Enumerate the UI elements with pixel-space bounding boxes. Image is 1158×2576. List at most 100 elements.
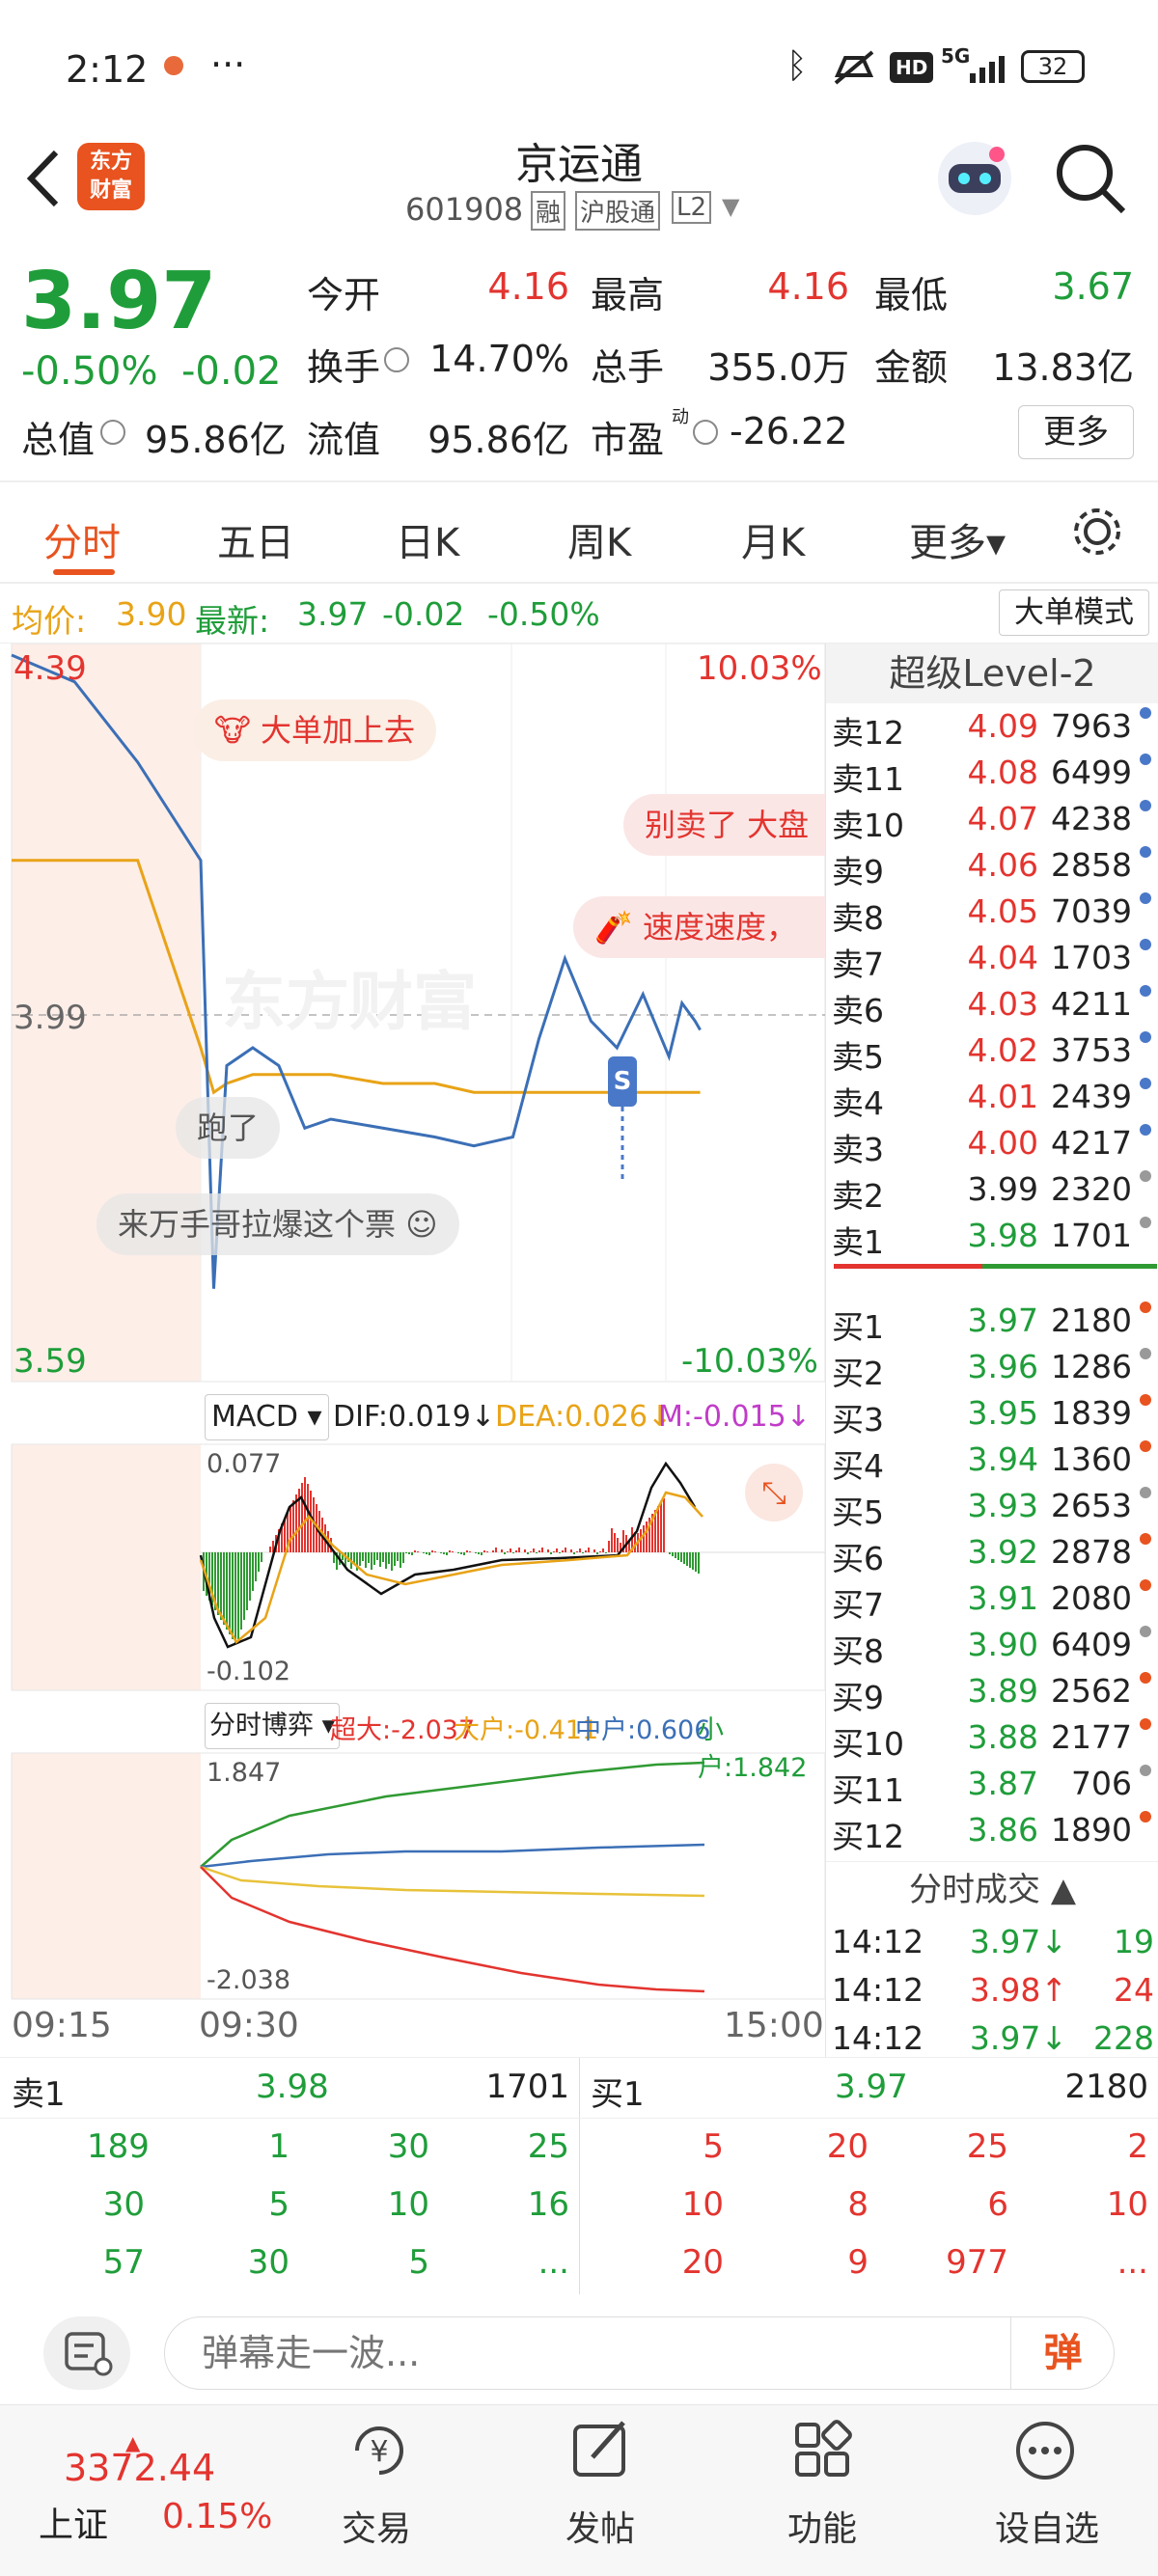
- danmu-input[interactable]: [164, 2316, 1115, 2390]
- macd-bar: [434, 1551, 436, 1552]
- bid-row[interactable]: 买11 3.87 706: [826, 1761, 1158, 1809]
- ask-row[interactable]: 卖3 4.00 4217: [826, 1120, 1158, 1168]
- macd-bar: [261, 1552, 262, 1562]
- order-dot-icon: [1140, 1718, 1151, 1730]
- bid-row[interactable]: 买7 3.91 2080: [826, 1576, 1158, 1624]
- tab-week-k[interactable]: 周K: [567, 511, 631, 567]
- mktcap-info-icon[interactable]: [100, 420, 125, 445]
- bid-volume: 2180: [1051, 1302, 1132, 1339]
- danmu-bubble[interactable]: 🧨 速度速度，: [573, 896, 825, 958]
- more-quote-button[interactable]: 更多: [1018, 405, 1134, 459]
- bid-row[interactable]: 买3 3.95 1839: [826, 1390, 1158, 1439]
- danmu-list-icon: [65, 2332, 113, 2376]
- nav-add-watchlist[interactable]: 设自选: [989, 2501, 1105, 2551]
- ask-row[interactable]: 卖7 4.04 1703: [826, 935, 1158, 983]
- ask-row[interactable]: 卖10 4.07 4238: [826, 796, 1158, 844]
- macd-dea-line: [199, 1491, 703, 1644]
- trade-icon[interactable]: ¥: [345, 2417, 413, 2484]
- pe-info-icon[interactable]: [693, 420, 718, 445]
- danmu-bubble[interactable]: 跑了: [176, 1097, 281, 1159]
- open-value: 4.16: [487, 265, 569, 308]
- bid-row[interactable]: 买5 3.93 2653: [826, 1483, 1158, 1531]
- sell-queue-cell: 5: [408, 2243, 429, 2282]
- macd-bar: [481, 1552, 482, 1555]
- bid-row[interactable]: 买2 3.96 1286: [826, 1344, 1158, 1392]
- y-mid-label: 3.99: [14, 999, 87, 1037]
- bid-row[interactable]: 买10 3.88 2177: [826, 1714, 1158, 1763]
- macd-bar: [457, 1552, 459, 1553]
- danmu-bubble[interactable]: 来万手哥拉爆这个票 ☺: [96, 1193, 459, 1255]
- sell-marker[interactable]: S: [608, 1056, 637, 1107]
- bid-row[interactable]: 买6 3.92 2878: [826, 1529, 1158, 1577]
- macd-bar: [556, 1548, 558, 1552]
- big-order-mode-button[interactable]: 大单模式: [999, 589, 1149, 636]
- ask-level: 卖3: [832, 1131, 884, 1168]
- sell-queue-cell: 16: [527, 2185, 569, 2224]
- ask-volume: 3753: [1051, 1031, 1132, 1069]
- fund-flow-selector[interactable]: 分时博弈 ▾: [205, 1703, 341, 1749]
- tick-time: 14:12: [832, 1971, 924, 2009]
- ask-price: 4.03: [967, 985, 1038, 1023]
- robot-avatar-icon[interactable]: [931, 135, 1018, 222]
- danmu-send-button[interactable]: 弹: [1010, 2316, 1115, 2390]
- ask-row[interactable]: 卖5 4.02 3753: [826, 1028, 1158, 1076]
- ask-volume: 7963: [1051, 707, 1132, 745]
- buy-queue-cell: 2: [1127, 2127, 1148, 2166]
- ask-row[interactable]: 卖11 4.08 6499: [826, 750, 1158, 798]
- orderbook-title: 超级Level-2: [826, 644, 1158, 703]
- more-circle-icon[interactable]: [1011, 2417, 1079, 2484]
- index-name: 上证: [39, 2506, 109, 2545]
- ask-row[interactable]: 卖8 4.05 7039: [826, 889, 1158, 937]
- ask-row[interactable]: 卖9 4.06 2858: [826, 842, 1158, 891]
- tab-intraday[interactable]: 分时: [43, 511, 121, 567]
- ask-row[interactable]: 卖6 4.03 4211: [826, 981, 1158, 1029]
- float-value: 95.86亿: [427, 419, 569, 461]
- bid-row[interactable]: 买12 3.86 1890: [826, 1807, 1158, 1855]
- tab-five-day[interactable]: 五日: [217, 511, 294, 567]
- macd-bot-label: -0.102: [207, 1657, 291, 1686]
- turnover-label: 换手: [307, 346, 381, 389]
- ask-row[interactable]: 卖12 4.09 7963: [826, 703, 1158, 752]
- tab-month-k[interactable]: 月K: [741, 511, 805, 567]
- danmu-bubble[interactable]: 🐮 大单加上去: [193, 699, 437, 761]
- macd-selector[interactable]: MACD ▾: [205, 1394, 329, 1440]
- nav-post[interactable]: 发帖: [562, 2501, 639, 2551]
- macd-bar: [376, 1552, 378, 1560]
- bid-row[interactable]: 买9 3.89 2562: [826, 1668, 1158, 1716]
- caret-up-icon: ▲: [1040, 1871, 1076, 1909]
- post-icon[interactable]: [567, 2417, 635, 2484]
- macd-bar: [677, 1552, 679, 1560]
- nav-trade[interactable]: 交易: [338, 2501, 415, 2551]
- gear-icon[interactable]: [1069, 504, 1125, 560]
- ask-volume: 4211: [1051, 985, 1132, 1023]
- macd-bar: [431, 1550, 433, 1552]
- info-icon[interactable]: [384, 347, 409, 372]
- tick-title[interactable]: 分时成交 ▲: [826, 1861, 1158, 1917]
- expand-icon[interactable]: ⤡: [745, 1464, 803, 1521]
- bid-row[interactable]: 买1 3.97 2180: [826, 1298, 1158, 1346]
- bid-level: 买10: [832, 1725, 904, 1763]
- tab-day-k[interactable]: 日K: [396, 511, 459, 567]
- macd-bar: [643, 1525, 645, 1552]
- grid-icon[interactable]: [789, 2417, 857, 2484]
- nav-functions[interactable]: 功能: [784, 2501, 861, 2551]
- macd-bar: [588, 1548, 590, 1552]
- dropdown-icon[interactable]: ▼: [722, 193, 739, 220]
- bid-row[interactable]: 买8 3.90 6409: [826, 1622, 1158, 1670]
- search-icon[interactable]: [1052, 140, 1129, 217]
- ask-row[interactable]: 卖4 4.01 2439: [826, 1074, 1158, 1122]
- macd-bar: [669, 1552, 671, 1554]
- tab-more[interactable]: 更多▾: [909, 511, 1006, 567]
- ask-row[interactable]: 卖2 3.99 2320: [826, 1166, 1158, 1215]
- ask-row[interactable]: 卖1 3.98 1701: [826, 1213, 1158, 1261]
- bid-row[interactable]: 买4 3.94 1360: [826, 1437, 1158, 1485]
- index-ticker[interactable]: ▲ 3372.44 上证 0.15%: [39, 2431, 272, 2557]
- macd-bar: [417, 1551, 419, 1552]
- danmu-settings-button[interactable]: [43, 2316, 130, 2390]
- macd-top-label: 0.077: [207, 1449, 282, 1479]
- macd-bar: [515, 1550, 517, 1552]
- bid-volume: 1839: [1051, 1394, 1132, 1432]
- danmu-bubble[interactable]: 别卖了 大盘: [623, 794, 825, 856]
- macd-bar: [388, 1552, 390, 1564]
- macd-bar: [614, 1533, 616, 1552]
